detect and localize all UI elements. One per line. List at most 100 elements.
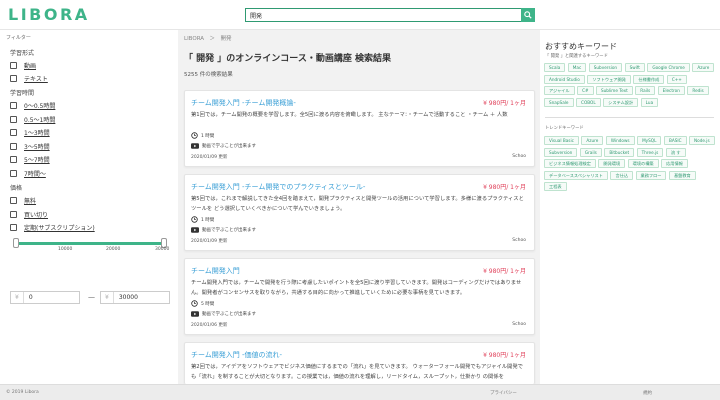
checkbox[interactable] — [10, 210, 17, 218]
course-card[interactable]: チーム開発入門 -チーム開発概論- ¥ 980円/ 1ヶ月 第1回では，チーム開… — [184, 90, 535, 167]
filter-price-onetime[interactable]: 買い切り — [10, 210, 48, 219]
course-card[interactable]: チーム開発入門 ¥ 980円/ 1ヶ月 チーム開発入門では，チームで開発を行う際… — [184, 258, 535, 335]
keyword-tag[interactable]: システム設計 — [603, 97, 639, 107]
keyword-tag[interactable]: Redis — [687, 86, 709, 95]
price-slider-min-handle[interactable] — [13, 238, 19, 248]
keyword-tag[interactable]: 業務フロー — [635, 170, 667, 180]
price-min-value[interactable]: 0 — [24, 294, 33, 301]
search-button[interactable] — [521, 8, 535, 22]
filter-price-free[interactable]: 無料 — [10, 196, 36, 205]
keyword-tag[interactable]: Grails — [579, 147, 602, 157]
checkbox[interactable] — [10, 155, 17, 163]
filter-price-subscription[interactable]: 定期(サブスクリプション) — [10, 223, 95, 232]
keyword-tag[interactable]: 流 す — [665, 147, 686, 157]
filter-label[interactable]: 買い切り — [24, 210, 48, 219]
filter-label[interactable]: 1～3時間 — [24, 128, 50, 137]
checkbox[interactable] — [10, 61, 17, 69]
keyword-tag[interactable]: 仕様書作成 — [633, 74, 665, 84]
keyword-tag[interactable]: Windows — [605, 136, 635, 145]
keyword-tag[interactable]: Azure — [692, 63, 715, 72]
checkbox[interactable] — [10, 142, 17, 150]
course-card[interactable]: チーム開発入門 -価値の流れ- ¥ 980円/ 1ヶ月 第2回では，アイデアをソ… — [184, 342, 535, 384]
keyword-tag[interactable]: 環境の構築 — [627, 159, 659, 168]
filter-label[interactable]: 定期(サブスクリプション) — [24, 223, 95, 232]
filter-duration-1[interactable]: 0.5～1時間 — [10, 115, 55, 124]
terms-link[interactable]: 規約 — [643, 390, 652, 396]
breadcrumb[interactable]: LIBORA ＞ 開発 — [184, 34, 232, 42]
keyword-tag[interactable]: Subversion — [588, 63, 623, 72]
keyword-tag[interactable]: Lua — [640, 97, 659, 107]
course-school[interactable]: Schoo — [512, 322, 526, 327]
filter-duration-5[interactable]: 7時間～ — [10, 169, 46, 178]
course-title[interactable]: チーム開発入門 — [191, 266, 240, 276]
keyword-tag[interactable]: Rails — [635, 86, 656, 95]
keyword-tag[interactable]: Visual Basic — [544, 136, 579, 145]
keyword-tag[interactable]: MySQL — [637, 136, 662, 145]
checkbox[interactable] — [10, 128, 17, 136]
checkbox[interactable] — [10, 169, 17, 177]
filter-label[interactable]: 動画 — [24, 61, 36, 70]
keyword-tag[interactable]: Bitbucket — [604, 147, 635, 157]
keyword-tag[interactable]: ビジネス情報処理検定 — [544, 159, 596, 168]
filter-duration-3[interactable]: 3～5時間 — [10, 142, 50, 151]
header: LIBORA — [0, 0, 720, 30]
copyright: © 2019 Libora — [6, 390, 39, 395]
keyword-tag[interactable]: Swift — [624, 63, 645, 72]
filter-format-video[interactable]: 動画 — [10, 61, 36, 70]
checkbox[interactable] — [10, 115, 17, 123]
price-max-input[interactable]: ¥ 30000 — [100, 291, 170, 304]
course-title[interactable]: チーム開発入門 -チーム開発でのプラクティスとツール- — [191, 182, 365, 192]
course-school[interactable]: Schoo — [512, 154, 526, 159]
filter-label[interactable]: 7時間～ — [24, 169, 46, 178]
keyword-tag[interactable]: ソフトウェア開発 — [587, 74, 631, 84]
trend-keywords-subtitle: トレンドキーワード — [545, 126, 584, 131]
filter-label[interactable]: 0.5～1時間 — [24, 115, 55, 124]
keyword-tag[interactable]: 工程表 — [544, 182, 567, 191]
checkbox[interactable] — [10, 101, 17, 109]
keyword-tag[interactable]: Node.js — [689, 136, 715, 145]
filter-label[interactable]: 0～0.5時間 — [24, 101, 55, 110]
filter-label[interactable]: 3～5時間 — [24, 142, 50, 151]
keyword-tag[interactable]: Azure — [581, 136, 604, 145]
checkbox[interactable] — [10, 223, 17, 231]
filter-label[interactable]: テキスト — [24, 74, 48, 83]
keyword-tag[interactable]: 言仕込 — [610, 170, 634, 180]
price-min-input[interactable]: ¥ 0 — [10, 291, 80, 304]
keyword-tag[interactable]: アジャイル — [544, 86, 575, 95]
keyword-tag[interactable]: データベーススペシャリスト — [544, 170, 608, 180]
filter-label[interactable]: 無料 — [24, 196, 36, 205]
filter-duration-4[interactable]: 5～7時間 — [10, 155, 50, 164]
privacy-link[interactable]: プライバシー — [490, 390, 517, 396]
price-slider-track[interactable] — [16, 242, 164, 245]
keyword-tag[interactable]: 開発環境 — [598, 159, 626, 168]
keyword-tag[interactable]: Sublime Text — [596, 86, 633, 95]
filter-duration-2[interactable]: 1～3時間 — [10, 128, 50, 137]
keyword-tag[interactable]: Electron — [657, 86, 685, 95]
keyword-tag[interactable]: 応用情報 — [661, 159, 688, 168]
keyword-tag[interactable]: Subversion — [544, 147, 578, 157]
course-title[interactable]: チーム開発入門 -チーム開発概論- — [191, 98, 296, 108]
filter-label[interactable]: 5～7時間 — [24, 155, 50, 164]
footer: © 2019 Libora プライバシー 規約 — [0, 384, 720, 400]
keyword-tag[interactable]: Android Studio — [544, 74, 585, 84]
course-card[interactable]: チーム開発入門 -チーム開発でのプラクティスとツール- ¥ 980円/ 1ヶ月 … — [184, 174, 535, 251]
keyword-tag[interactable]: BASIC — [663, 136, 687, 145]
course-school[interactable]: Schoo — [512, 238, 526, 243]
keyword-tag[interactable]: Three.js — [636, 147, 664, 157]
price-max-value[interactable]: 30000 — [114, 294, 138, 301]
filter-duration-0[interactable]: 0～0.5時間 — [10, 101, 55, 110]
keyword-tag[interactable]: Mac — [567, 63, 587, 72]
checkbox[interactable] — [10, 74, 17, 82]
keyword-tag[interactable]: SnapSale — [544, 97, 574, 107]
keyword-tag[interactable]: Google Chrome — [647, 63, 690, 72]
keyword-tag[interactable]: COBOL — [576, 97, 601, 107]
keyword-tag[interactable]: 基盤教育 — [668, 170, 696, 180]
logo[interactable]: LIBORA — [8, 5, 90, 24]
keyword-tag[interactable]: Scala — [544, 63, 566, 72]
course-title[interactable]: チーム開発入門 -価値の流れ- — [191, 350, 282, 360]
keyword-tag[interactable]: C# — [577, 86, 594, 95]
keyword-tag[interactable]: C++ — [666, 74, 687, 84]
filter-format-text[interactable]: テキスト — [10, 74, 48, 83]
checkbox[interactable] — [10, 196, 17, 204]
search-input[interactable] — [245, 8, 521, 22]
